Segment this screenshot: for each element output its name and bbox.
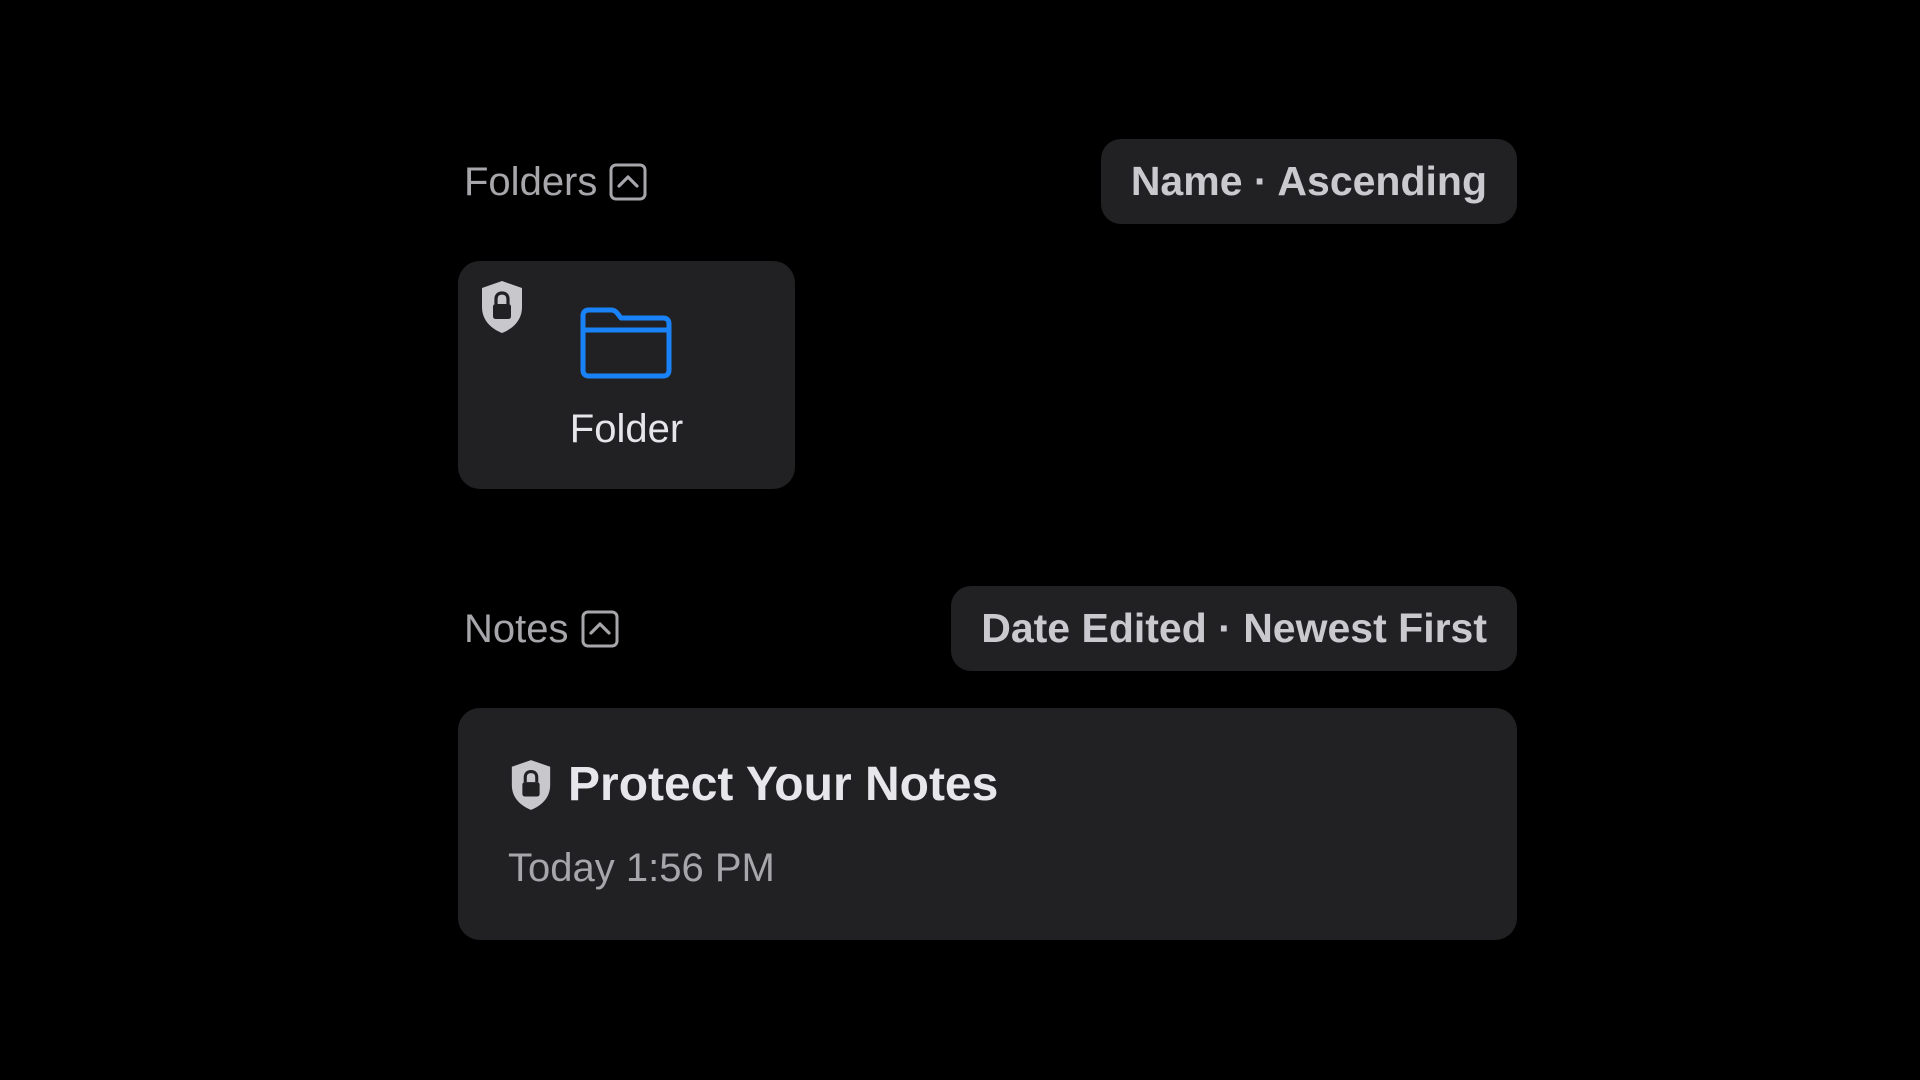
- folders-section-header[interactable]: Folders: [464, 162, 647, 202]
- chevron-up-square-icon[interactable]: [609, 163, 647, 201]
- folder-tile[interactable]: Folder: [458, 261, 795, 489]
- note-title-row: Protect Your Notes: [508, 758, 998, 812]
- folders-sort-button[interactable]: Name · Ascending: [1100, 139, 1517, 224]
- lock-shield-icon: [478, 279, 526, 335]
- folder-label: Folder: [569, 407, 684, 451]
- folders-sort-label: Name · Ascending: [1130, 158, 1487, 204]
- notes-section-header[interactable]: Notes: [464, 609, 619, 649]
- notes-sort-label: Date Edited · Newest First: [981, 605, 1487, 651]
- note-date: Today 1:56 PM: [508, 846, 775, 890]
- note-card[interactable]: Protect Your Notes Today 1:56 PM: [458, 708, 1517, 940]
- notes-sort-button[interactable]: Date Edited · Newest First: [951, 586, 1517, 671]
- notes-browser: Folders Name · Ascending Folder Notes Da…: [0, 0, 1920, 1080]
- notes-section-title: Notes: [464, 607, 569, 651]
- folder-icon: [580, 304, 672, 380]
- chevron-up-square-icon[interactable]: [581, 610, 619, 648]
- folders-section-title: Folders: [464, 160, 598, 204]
- note-title: Protect Your Notes: [568, 758, 999, 811]
- lock-shield-icon: [508, 758, 554, 812]
